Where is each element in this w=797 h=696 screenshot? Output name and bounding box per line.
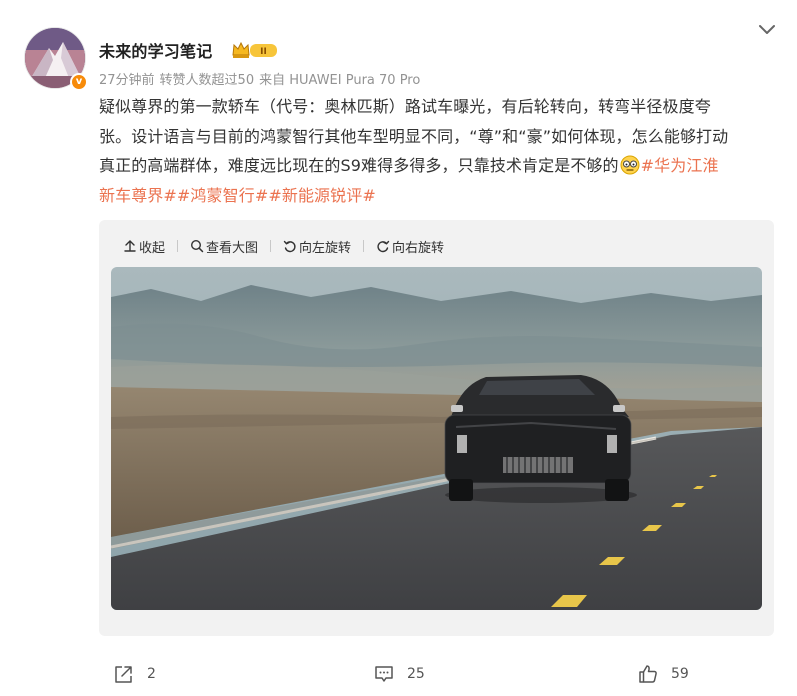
post-text-line: 张。设计语言与目前的鸿蒙智行其他车型明显不同，“尊”和“豪”如何体现，怎么能够打… bbox=[99, 126, 729, 146]
magnifier-icon bbox=[191, 239, 204, 253]
post-text-line: 真正的高端群体，难度远比现在的S9难得多得多，只靠技术肯定是不够的 #华为江淮 bbox=[99, 151, 775, 181]
action-bar: 2 25 59 bbox=[0, 656, 797, 692]
toolbar-divider bbox=[270, 240, 272, 252]
camouflaged-car bbox=[444, 375, 632, 501]
rotate-right-icon bbox=[377, 240, 390, 253]
comment-icon bbox=[375, 666, 393, 682]
username[interactable]: 未来的学习笔记 bbox=[99, 38, 212, 62]
like-button[interactable]: 59 bbox=[637, 656, 689, 692]
chevron-down-icon[interactable] bbox=[757, 22, 777, 38]
view-large-label: 查看大图 bbox=[206, 240, 259, 256]
avatar-container[interactable]: v bbox=[24, 27, 88, 91]
share-count: 2 bbox=[147, 666, 156, 682]
like-icon bbox=[639, 665, 657, 683]
comment-count: 25 bbox=[407, 666, 425, 682]
hashtag-link[interactable]: 新车尊界# bbox=[99, 186, 177, 205]
verified-v-icon: v bbox=[70, 73, 88, 91]
view-large-button[interactable]: 查看大图 bbox=[190, 236, 258, 256]
hashtag-link[interactable]: #鸿蒙智行# bbox=[177, 186, 268, 205]
rank-badge-label: II bbox=[260, 47, 267, 57]
post-text-segment: 真正的高端群体，难度远比现在的S9难得多得多，只靠技术肯定是不够的 bbox=[99, 156, 619, 175]
collapse-label: 收起 bbox=[139, 240, 166, 256]
collapse-image-button[interactable]: 收起 bbox=[123, 236, 165, 256]
reposts-note: 转赞人数超过50 bbox=[159, 73, 255, 88]
post-time[interactable]: 27分钟前 bbox=[99, 73, 155, 88]
post-source[interactable]: 来自 HUAWEI Pura 70 Pro bbox=[259, 73, 420, 88]
collapse-arrow-icon bbox=[124, 240, 136, 252]
rotate-right-label: 向右旋转 bbox=[392, 240, 445, 256]
crown-rank-icon[interactable]: II bbox=[231, 40, 279, 60]
rotate-left-icon bbox=[283, 240, 296, 253]
post-photo[interactable] bbox=[111, 267, 762, 610]
hashtag-link[interactable]: #新能源锐评# bbox=[268, 186, 376, 205]
post-text-line: 疑似尊界的第一款轿车（代号：奥林匹斯）路试车曝光，有后轮转向，转弯半径极度夸 bbox=[99, 97, 711, 116]
hashtag-link[interactable]: #华为江淮 bbox=[641, 156, 719, 175]
toolbar-divider bbox=[363, 240, 365, 252]
post-meta: 27分钟前 转赞人数超过50 来自 HUAWEI Pura 70 Pro bbox=[99, 69, 425, 88]
share-button[interactable]: 2 bbox=[113, 656, 156, 692]
comment-button[interactable]: 25 bbox=[373, 656, 425, 692]
like-count: 59 bbox=[671, 666, 689, 682]
rotate-right-button[interactable]: 向右旋转 bbox=[376, 236, 444, 256]
toolbar-divider bbox=[177, 240, 179, 252]
post-body: 疑似尊界的第一款轿车（代号：奥林匹斯）路试车曝光，有后轮转向，转弯半径极度夸 张… bbox=[99, 92, 775, 210]
media-card: 收起 查看大图 向左旋转 向右旋转 bbox=[99, 220, 774, 636]
rotate-left-label: 向左旋转 bbox=[299, 240, 352, 256]
share-icon bbox=[115, 666, 132, 683]
speechless-face-emoji bbox=[620, 155, 640, 175]
rotate-left-button[interactable]: 向左旋转 bbox=[283, 236, 351, 256]
post-text-line: 新车尊界##鸿蒙智行##新能源锐评# bbox=[99, 181, 775, 211]
media-toolbar: 收起 查看大图 向左旋转 向右旋转 bbox=[123, 236, 456, 256]
